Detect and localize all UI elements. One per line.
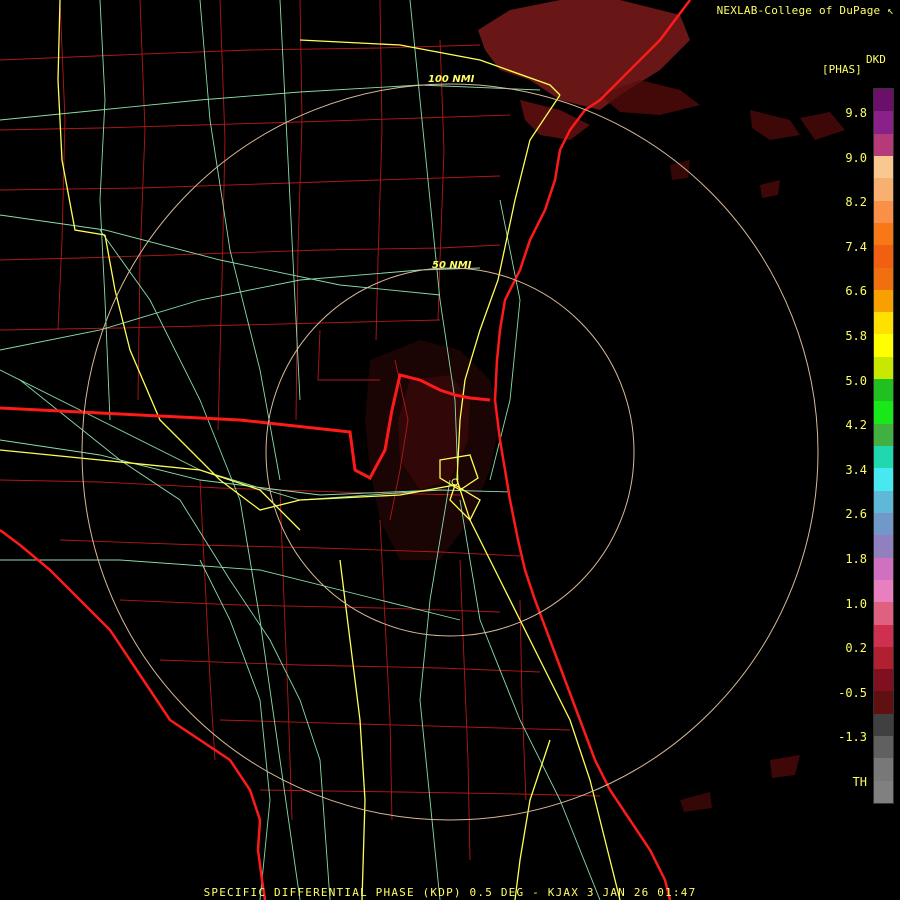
units-label: [PHAS]: [822, 63, 862, 76]
color-scale-swatch: [874, 468, 893, 491]
color-scale-swatch: [874, 111, 893, 134]
color-scale-tick: 2.6: [845, 507, 867, 522]
color-scale-tick: 9.0: [845, 150, 867, 165]
color-scale-swatch: [874, 178, 893, 201]
color-scale-swatch: [874, 646, 893, 670]
color-scale-tick: 6.6: [845, 284, 867, 299]
color-scale-tick: 5.8: [845, 329, 867, 343]
color-scale-swatch: [874, 579, 893, 603]
radar-map[interactable]: 50 NMI 100 NMI: [0, 0, 900, 900]
color-scale-swatch: [874, 133, 893, 156]
color-scale-swatch: [874, 200, 893, 223]
color-scale-tick: 0.2: [845, 641, 867, 656]
product-code-label: DKD: [866, 53, 886, 66]
color-scale-tick: 9.8: [845, 106, 867, 120]
color-scale-swatch: [874, 423, 893, 446]
color-scale-swatch: [874, 222, 893, 246]
color-scale-swatch: [874, 155, 893, 179]
color-scale-swatch: [874, 356, 893, 380]
color-scale-swatch: [874, 736, 893, 759]
color-scale-tick: -1.3: [838, 730, 867, 745]
color-scale-swatch: [874, 691, 893, 714]
color-scale-tick: 3.4: [845, 462, 867, 477]
product-caption: SPECIFIC DIFFERENTIAL PHASE (KDP) 0.5 DE…: [203, 886, 697, 899]
color-scale: [873, 88, 894, 804]
range-ring-50-label: 50 NMI: [432, 260, 472, 271]
credit-label: NEXLAB-College of DuPage ↖: [716, 4, 894, 17]
color-scale-tick: 8.2: [845, 195, 867, 210]
color-scale-swatch: [874, 512, 893, 536]
color-scale-swatch: [874, 245, 893, 268]
color-scale-swatch: [874, 89, 893, 112]
color-scale-swatch: [874, 267, 893, 290]
color-scale-swatch: [874, 602, 893, 625]
color-scale-swatch: [874, 401, 893, 424]
color-scale-swatch: [874, 780, 893, 803]
color-scale-swatch: [874, 379, 893, 402]
color-scale-swatch: [874, 490, 893, 513]
color-scale-swatch: [874, 312, 893, 335]
color-scale-tick: 1.0: [845, 596, 867, 611]
color-scale-tick: 1.8: [845, 552, 867, 566]
color-scale-tick: TH: [852, 775, 867, 789]
color-scale-swatch: [874, 557, 893, 580]
color-scale-swatch: [874, 535, 893, 558]
color-scale-swatch: [874, 669, 893, 692]
color-scale-tick: -0.5: [838, 685, 867, 700]
color-scale-tick: 4.2: [845, 418, 867, 433]
color-scale-swatch: [874, 334, 893, 357]
color-scale-swatch: [874, 446, 893, 469]
color-scale-swatch: [874, 289, 893, 313]
color-scale-swatch: [874, 624, 893, 647]
color-scale-tick: 5.0: [845, 373, 867, 388]
color-scale-swatch: [874, 758, 893, 781]
color-scale-swatch: [874, 713, 893, 737]
range-ring-100-label: 100 NMI: [428, 74, 475, 85]
color-scale-tick: 7.4: [845, 239, 867, 254]
